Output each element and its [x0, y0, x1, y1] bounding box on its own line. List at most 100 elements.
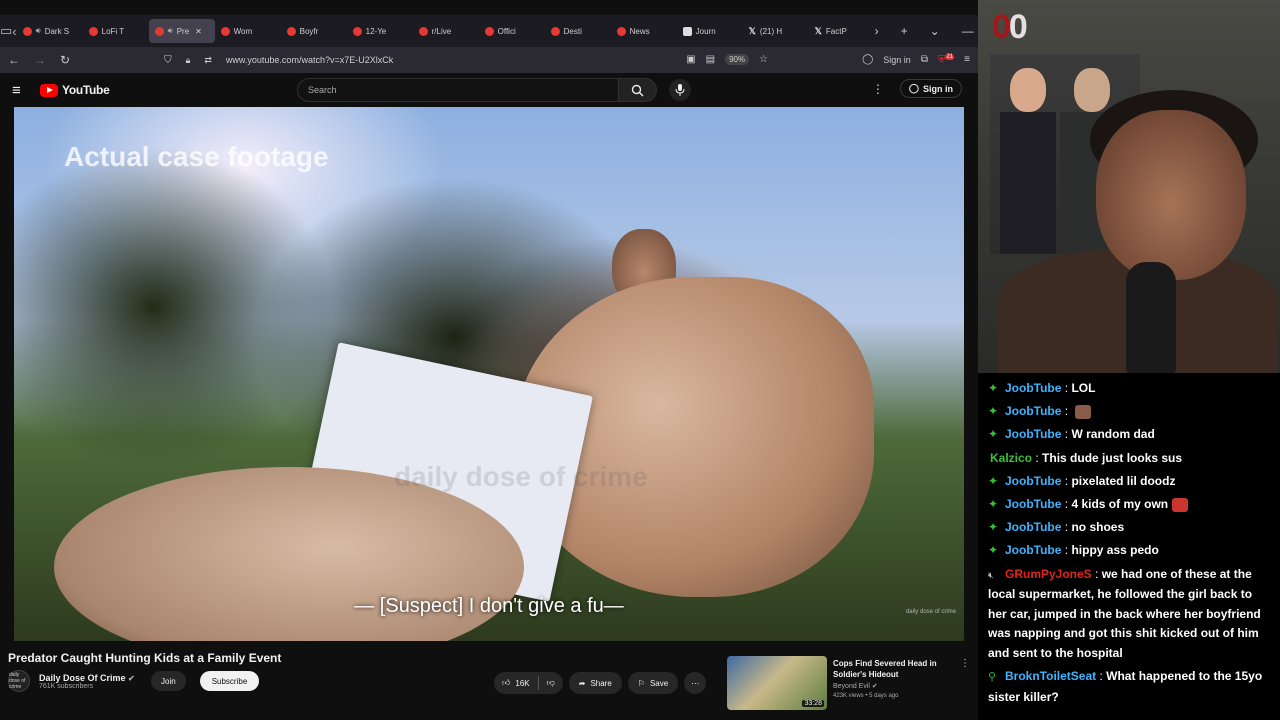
permissions-icon[interactable]: ⇄: [204, 55, 212, 66]
browser-window: ▭ ‹ 🔊︎ Dark S LoFi T 🔊︎ Pre ✕ Wom Boyfr 12-Ye r/L…: [0, 0, 978, 720]
minimize-icon[interactable]: —: [962, 24, 974, 38]
sub-icon: ✦: [988, 473, 999, 488]
chat-username[interactable]: JoobTube: [1005, 497, 1061, 511]
search-button[interactable]: [619, 78, 657, 102]
browser-tab[interactable]: 🔊︎ Dark S: [17, 19, 83, 43]
chat-username[interactable]: JoobTube: [1005, 520, 1061, 534]
chat-message: ✦ JoobTube :: [988, 402, 1270, 422]
reader-view-icon[interactable]: ▤: [706, 54, 715, 65]
chat-message: ✦ JoobTube : LOL: [988, 379, 1270, 399]
chat-message: ⚲ BroknToiletSeat : What happened to the …: [988, 667, 1270, 707]
tab-label: Boyfr: [299, 26, 319, 36]
url-bar[interactable]: www.youtube.com/watch?v=x7E-U2XlxCk: [226, 55, 393, 65]
more-actions-button[interactable]: ⋯: [684, 672, 707, 694]
streamer-webcam: 00: [978, 0, 1280, 373]
user-icon: ⚲: [988, 671, 997, 684]
search-input[interactable]: [297, 78, 619, 102]
chat-username[interactable]: JoobTube: [1005, 427, 1061, 441]
speaker-icon[interactable]: 🔊︎: [168, 26, 173, 36]
chat-text: hippy ass pedo: [1071, 543, 1159, 558]
picture-in-picture-icon[interactable]: ▣: [686, 54, 695, 65]
video-title: Predator Caught Hunting Kids at a Family…: [8, 651, 282, 665]
thumbs-down-icon[interactable]: 👎︎: [539, 678, 563, 688]
zoom-level[interactable]: 90%: [725, 54, 750, 66]
browser-tab[interactable]: LoFi T: [83, 19, 149, 43]
browser-tab[interactable]: 12-Ye: [347, 19, 413, 43]
save-button[interactable]: ⚐ Save: [627, 672, 679, 694]
chat-username[interactable]: JoobTube: [1005, 543, 1061, 557]
youtube-logo[interactable]: YouTube: [40, 83, 110, 97]
youtube-logo-text: YouTube: [62, 83, 110, 97]
subscriber-count: 761K subscribers: [39, 682, 94, 690]
voice-search-button[interactable]: [669, 79, 691, 101]
browser-tab[interactable]: Wom: [215, 19, 281, 43]
youtube-masthead: ≡ YouTube ⋮ ◯ Sign in: [0, 73, 978, 107]
recommended-video[interactable]: 33:28 Cops Find Severed Head in Soldier'…: [727, 656, 977, 712]
scroll-tabs-right-icon[interactable]: ›: [875, 24, 879, 38]
like-button[interactable]: 👍︎ 16K: [494, 678, 538, 688]
like-count: 16K: [515, 678, 530, 688]
settings-dots-icon[interactable]: ⋮: [872, 82, 884, 96]
speaker-icon[interactable]: 🔊︎: [36, 26, 41, 36]
shield-icon[interactable]: ⛉: [164, 55, 172, 66]
extensions-icon[interactable]: ⧉: [921, 54, 928, 65]
chat-username[interactable]: JoobTube: [1005, 381, 1061, 395]
lock-icon: 🔒︎: [185, 54, 191, 65]
browser-tab[interactable]: 𝕏 FactP: [809, 19, 875, 43]
browser-tab[interactable]: Offici: [479, 19, 545, 43]
channel-name[interactable]: Daily Dose Of Crime: [39, 673, 126, 683]
chat-separator: :: [1061, 520, 1072, 535]
tab-label: Wom: [233, 26, 253, 36]
new-tab-icon[interactable]: +: [901, 24, 908, 38]
chat-message: ✦ JoobTube : pixelated lil doodz: [988, 472, 1270, 492]
chat-username[interactable]: GRumPyJoneS: [1005, 567, 1092, 581]
recommended-thumbnail[interactable]: 33:28: [727, 656, 827, 710]
back-icon[interactable]: ←: [8, 53, 20, 67]
reddit-icon: [550, 26, 560, 36]
browser-tab[interactable]: 🔊︎ Pre ✕: [148, 19, 215, 43]
forward-icon[interactable]: →: [34, 53, 46, 67]
browser-tab[interactable]: 𝕏 (21) H: [743, 19, 809, 43]
chat-username[interactable]: JoobTube: [1005, 404, 1061, 418]
nav-bar-right: ▣ ▤ 90% ☆ ◯ Sign in ⧉ ⛨21 ≡: [686, 54, 970, 66]
channel-info: Daily Dose Of Crime ✔ 761K subscribers: [39, 673, 143, 690]
hamburger-menu-icon[interactable]: ≡: [12, 82, 32, 99]
chat-username[interactable]: JoobTube: [1005, 474, 1061, 488]
channel-avatar[interactable]: daily dose of crime: [8, 670, 30, 692]
chat-username[interactable]: BroknToiletSeat: [1005, 669, 1096, 683]
tab-label: FactP: [825, 26, 847, 36]
masthead-right: ⋮ ◯ Sign in: [872, 79, 962, 98]
firefox-sign-in[interactable]: Sign in: [883, 55, 911, 65]
browser-tab[interactable]: r/Live: [413, 19, 479, 43]
tab-manager-icon[interactable]: ▭: [0, 23, 12, 39]
chat-message: Kalzico : This dude just looks sus: [988, 449, 1270, 469]
youtube-play-icon: [40, 83, 58, 97]
app-menu-icon[interactable]: ≡: [964, 54, 970, 65]
youtube-sign-in-button[interactable]: ◯ Sign in: [899, 79, 962, 98]
close-tab-icon[interactable]: ✕: [195, 27, 202, 36]
youtube-icon: [286, 26, 296, 36]
chat-text: W random dad: [1071, 427, 1155, 442]
bookmark-icon: ⚐: [637, 678, 645, 688]
share-label: Share: [590, 678, 612, 688]
reload-icon[interactable]: ↻: [60, 53, 70, 67]
browser-tab[interactable]: News: [611, 19, 677, 43]
account-icon[interactable]: ◯: [862, 54, 873, 65]
chat-username[interactable]: Kalzico: [990, 451, 1032, 465]
recommended-menu-icon[interactable]: ⋮: [960, 658, 970, 669]
bookmark-star-icon[interactable]: ☆: [759, 54, 768, 65]
browser-tab[interactable]: Boyfr: [281, 19, 347, 43]
tab-label: News: [629, 26, 650, 36]
browser-tab[interactable]: Journ: [677, 19, 743, 43]
ublock-icon[interactable]: ⛨21: [938, 54, 955, 66]
join-button[interactable]: Join: [151, 671, 186, 691]
browser-tab[interactable]: Desti: [545, 19, 611, 43]
recommended-title[interactable]: Cops Find Severed Head in Soldier's Hide…: [833, 658, 951, 680]
tab-list-dropdown-icon[interactable]: ⌄: [930, 24, 940, 38]
video-player[interactable]: daily dose of crime Actual case footage …: [14, 107, 964, 641]
recommended-channel[interactable]: Beyond Evil: [833, 683, 870, 690]
subscribe-button[interactable]: Subscribe: [199, 671, 260, 691]
thumbs-up-icon: 👍︎: [502, 678, 511, 687]
share-button[interactable]: ➦ Share: [568, 672, 622, 694]
youtube-icon: [352, 26, 362, 36]
